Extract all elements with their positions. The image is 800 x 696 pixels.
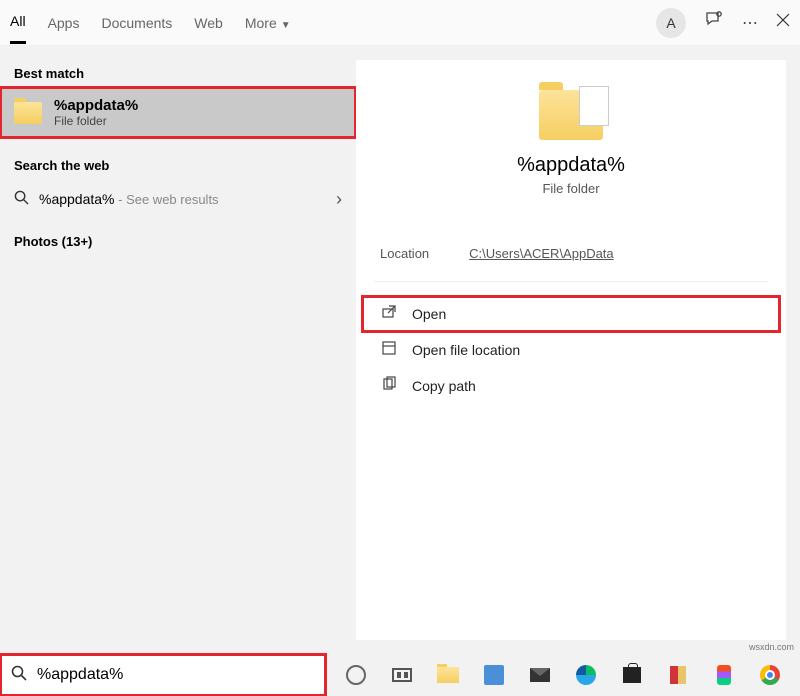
web-result-hint: - See web results [115,192,219,207]
tab-documents[interactable]: Documents [101,3,172,43]
best-match-result[interactable]: %appdata% File folder [0,87,356,138]
action-copy-path-label: Copy path [412,378,476,394]
mail-icon[interactable] [526,661,554,689]
search-icon [14,190,29,209]
action-open-location[interactable]: Open file location [362,332,780,368]
preview-panel: %appdata% File folder Location C:\Users\… [356,60,786,640]
bottom-bar [0,654,800,696]
location-row: Location C:\Users\ACER\AppData [356,196,786,281]
store-icon[interactable] [618,661,646,689]
close-icon[interactable] [776,13,790,32]
action-copy-path[interactable]: Copy path [362,368,780,404]
tab-web[interactable]: Web [194,3,223,43]
action-open-location-label: Open file location [412,342,520,358]
folder-icon [14,102,42,124]
power-settings-icon[interactable] [664,661,692,689]
search-input[interactable] [37,666,315,684]
tab-more[interactable]: More▼ [245,3,291,43]
task-view-icon[interactable] [388,661,416,689]
location-label: Location [380,246,429,261]
header-actions: A ⋯ [656,8,790,38]
file-explorer-icon[interactable] [434,661,462,689]
tab-apps[interactable]: Apps [48,3,80,43]
search-header: All Apps Documents Web More▼ A ⋯ [0,0,800,46]
action-list: Open Open file location Copy path [356,296,786,404]
preview-subtitle: File folder [356,181,786,196]
wordpad-icon[interactable] [480,661,508,689]
open-icon [380,304,398,324]
separator [374,281,768,282]
search-box[interactable] [0,654,326,696]
action-open-label: Open [412,306,446,322]
cortana-icon[interactable] [342,661,370,689]
results-panel: Best match %appdata% File folder Search … [0,46,356,654]
web-result[interactable]: %appdata% - See web results › [0,179,356,220]
feedback-icon[interactable] [704,10,724,35]
watermark: wsxdn.com [749,642,794,652]
folder-large-icon [539,90,603,140]
photos-label[interactable]: Photos (13+) [0,228,356,255]
copy-path-icon [380,376,398,396]
location-value[interactable]: C:\Users\ACER\AppData [469,246,614,261]
chevron-down-icon: ▼ [281,20,291,31]
open-location-icon [380,340,398,360]
avatar[interactable]: A [656,8,686,38]
edge-icon[interactable] [572,661,600,689]
taskbar [326,661,800,689]
chevron-right-icon: › [336,189,342,210]
preview-header: %appdata% File folder [356,60,786,196]
filter-tabs: All Apps Documents Web More▼ [10,1,656,44]
search-icon [11,665,27,686]
preview-title: %appdata% [356,154,786,177]
best-match-label: Best match [0,60,356,87]
chrome-icon[interactable] [756,661,784,689]
figma-icon[interactable] [710,661,738,689]
action-open[interactable]: Open [362,296,780,332]
web-result-term: %appdata% [39,191,115,207]
tab-all[interactable]: All [10,1,26,44]
more-options-icon[interactable]: ⋯ [742,13,758,33]
best-match-title: %appdata% [54,97,138,114]
search-web-label: Search the web [0,152,356,179]
content-area: Best match %appdata% File folder Search … [0,46,800,654]
best-match-subtitle: File folder [54,114,138,128]
